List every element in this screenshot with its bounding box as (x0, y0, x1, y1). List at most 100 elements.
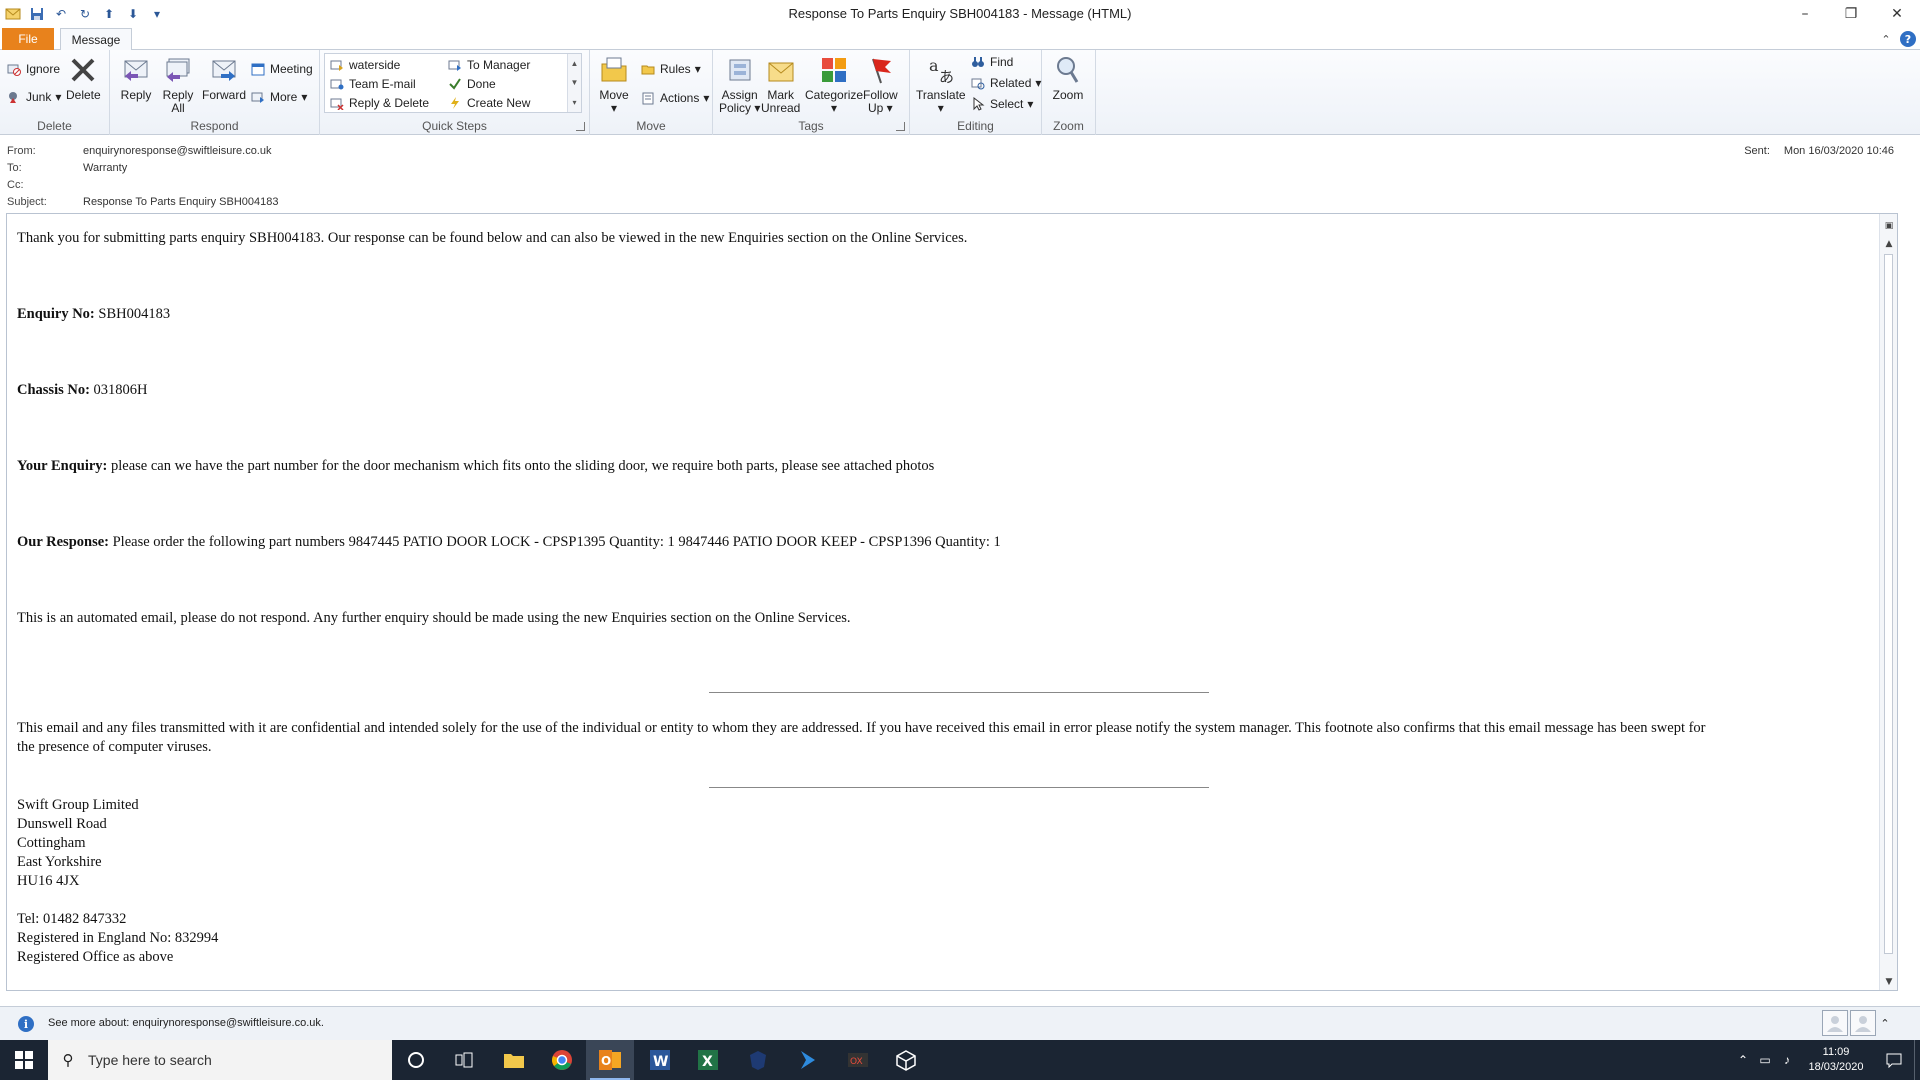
to-manager-icon (447, 57, 463, 73)
quickstep-team-email[interactable]: Team E-mail (329, 75, 416, 93)
chevron-down-icon: ▾ (694, 62, 701, 76)
address-line: HU16 4JX (17, 873, 80, 889)
to-row: To: Warranty (7, 162, 127, 174)
cc-row: Cc: (7, 179, 83, 191)
help-icon[interactable]: ? (1900, 31, 1916, 47)
mark-unread-button[interactable]: Mark Unread (761, 54, 800, 115)
from-value[interactable]: enquirynoresponse@swiftleisure.co.uk (83, 145, 271, 157)
start-button[interactable] (0, 1040, 48, 1080)
expand-gallery-icon[interactable]: ▾ (572, 98, 576, 107)
scroll-down-icon[interactable]: ▼ (1880, 974, 1897, 990)
move-button[interactable]: Move ▾ (598, 54, 630, 115)
word-icon[interactable]: W (636, 1040, 684, 1080)
minimize-ribbon-icon[interactable]: ⌃ (1878, 31, 1894, 47)
quick-steps-scroll[interactable]: ▲ ▼ ▾ (567, 54, 581, 112)
redo-icon[interactable]: ↻ (76, 5, 94, 23)
tab-message[interactable]: Message (60, 28, 132, 51)
next-item-icon[interactable]: ⬇ (124, 5, 142, 23)
cortana-icon[interactable] (392, 1040, 440, 1080)
ignore-icon (6, 61, 22, 77)
virtualbox-icon[interactable] (882, 1040, 930, 1080)
quickstep-to-manager[interactable]: To Manager (447, 56, 530, 74)
delete-button[interactable]: Delete (66, 54, 101, 102)
follow-up-button[interactable]: Follow Up ▾ (863, 54, 898, 115)
quick-steps-gallery: waterside Team E-mail Reply & Delete To … (324, 53, 582, 113)
body-scrollbar[interactable]: ▣ ▲ ▼ (1879, 214, 1897, 990)
dialog-launcher-icon[interactable] (896, 122, 905, 131)
scroll-down-icon[interactable]: ▼ (571, 78, 579, 87)
tab-file[interactable]: File (2, 28, 54, 50)
quickstep-create-new[interactable]: Create New (447, 94, 530, 112)
select-label: Select (990, 97, 1024, 111)
rules-button[interactable]: Rules ▾ (640, 60, 701, 78)
rules-label: Rules (660, 62, 691, 76)
previous-item-icon[interactable]: ⬆ (100, 5, 118, 23)
sent-row: Sent: Mon 16/03/2020 10:46 (1744, 145, 1894, 157)
lightning-icon (447, 95, 463, 111)
meeting-button[interactable]: Meeting (250, 60, 313, 78)
show-hidden-icons[interactable]: ⌃ (1732, 1053, 1754, 1067)
dialog-launcher-icon[interactable] (576, 122, 585, 131)
chevron-down-icon: ▾ (55, 90, 62, 104)
chrome-icon[interactable] (538, 1040, 586, 1080)
message-options-icon[interactable]: ▣ (1880, 218, 1897, 234)
quickstep-reply-delete[interactable]: Reply & Delete (329, 94, 429, 112)
categorize-button[interactable]: Categorize ▾ (805, 54, 863, 115)
close-button[interactable]: ✕ (1874, 0, 1920, 28)
find-button[interactable]: Find (970, 53, 1013, 71)
reply-button[interactable]: Reply (120, 54, 152, 102)
mark-unread-icon (765, 54, 797, 86)
quickstep-label: Reply & Delete (349, 96, 430, 110)
undo-icon[interactable]: ↶ (52, 5, 70, 23)
expand-pane-icon[interactable]: ⌃ (1878, 1010, 1892, 1036)
more-respond-button[interactable]: More ▾ (250, 88, 307, 106)
app-shield-icon[interactable] (734, 1040, 782, 1080)
show-desktop-button[interactable] (1914, 1040, 1920, 1080)
translate-button[interactable]: aあ Translate ▾ (916, 54, 966, 115)
reply-all-icon (162, 54, 194, 86)
scrollbar-thumb[interactable] (1884, 254, 1893, 954)
file-explorer-icon[interactable] (490, 1040, 538, 1080)
more-icon (250, 89, 266, 105)
disclaimer-line-1: This email and any files transmitted wit… (17, 720, 1706, 736)
select-button[interactable]: Select ▾ (970, 95, 1033, 113)
your-enquiry-label: Your Enquiry: (17, 458, 108, 474)
actions-button[interactable]: Actions ▾ (640, 89, 709, 107)
svg-text:O: O (601, 1054, 611, 1068)
excel-icon[interactable]: X (684, 1040, 732, 1080)
task-view-icon[interactable] (440, 1040, 488, 1080)
respond-group-label: Respond (190, 119, 239, 133)
forward-button[interactable]: Forward (202, 54, 246, 102)
network-icon[interactable]: ▭ (1754, 1053, 1776, 1067)
minimize-button[interactable]: – (1782, 0, 1828, 28)
see-more-link[interactable]: See more about: enquirynoresponse@swiftl… (48, 1017, 324, 1029)
taskbar-search[interactable]: ⚲ Type here to search (48, 1040, 392, 1080)
outlook-taskbar-icon[interactable]: O (586, 1040, 634, 1080)
app-chevron-icon[interactable] (784, 1040, 832, 1080)
zoom-button[interactable]: Zoom (1052, 54, 1084, 102)
to-value[interactable]: Warranty (83, 162, 127, 174)
related-button[interactable]: Related ▾ (970, 74, 1041, 92)
save-icon[interactable] (28, 5, 46, 23)
assign-policy-button[interactable]: Assign Policy ▾ (719, 54, 760, 115)
reply-all-button[interactable]: Reply All (162, 54, 194, 115)
message-body-frame[interactable]: Thank you for submitting parts enquiry S… (6, 213, 1898, 991)
restore-button[interactable]: ❐ (1828, 0, 1874, 28)
svg-text:W: W (653, 1054, 668, 1070)
scroll-up-icon[interactable]: ▲ (571, 59, 579, 68)
clock[interactable]: 11:09 18/03/2020 (1798, 1045, 1874, 1075)
volume-icon[interactable]: ♪ (1776, 1053, 1798, 1067)
app-dark-icon[interactable]: OX (834, 1040, 882, 1080)
ignore-button[interactable]: Ignore (6, 60, 60, 78)
quickstep-waterside[interactable]: waterside (329, 56, 400, 74)
related-icon (970, 75, 986, 91)
quickstep-done[interactable]: Done (447, 75, 496, 93)
notifications-icon[interactable] (1874, 1052, 1914, 1068)
avatar[interactable] (1822, 1010, 1848, 1036)
scroll-up-icon[interactable]: ▲ (1880, 236, 1897, 252)
enquiry-no-value: SBH004183 (94, 306, 171, 322)
customize-qat-icon[interactable]: ▾ (148, 5, 166, 23)
junk-button[interactable]: Junk ▾ (6, 88, 61, 106)
to-label: To: (7, 162, 22, 174)
avatar[interactable] (1850, 1010, 1876, 1036)
